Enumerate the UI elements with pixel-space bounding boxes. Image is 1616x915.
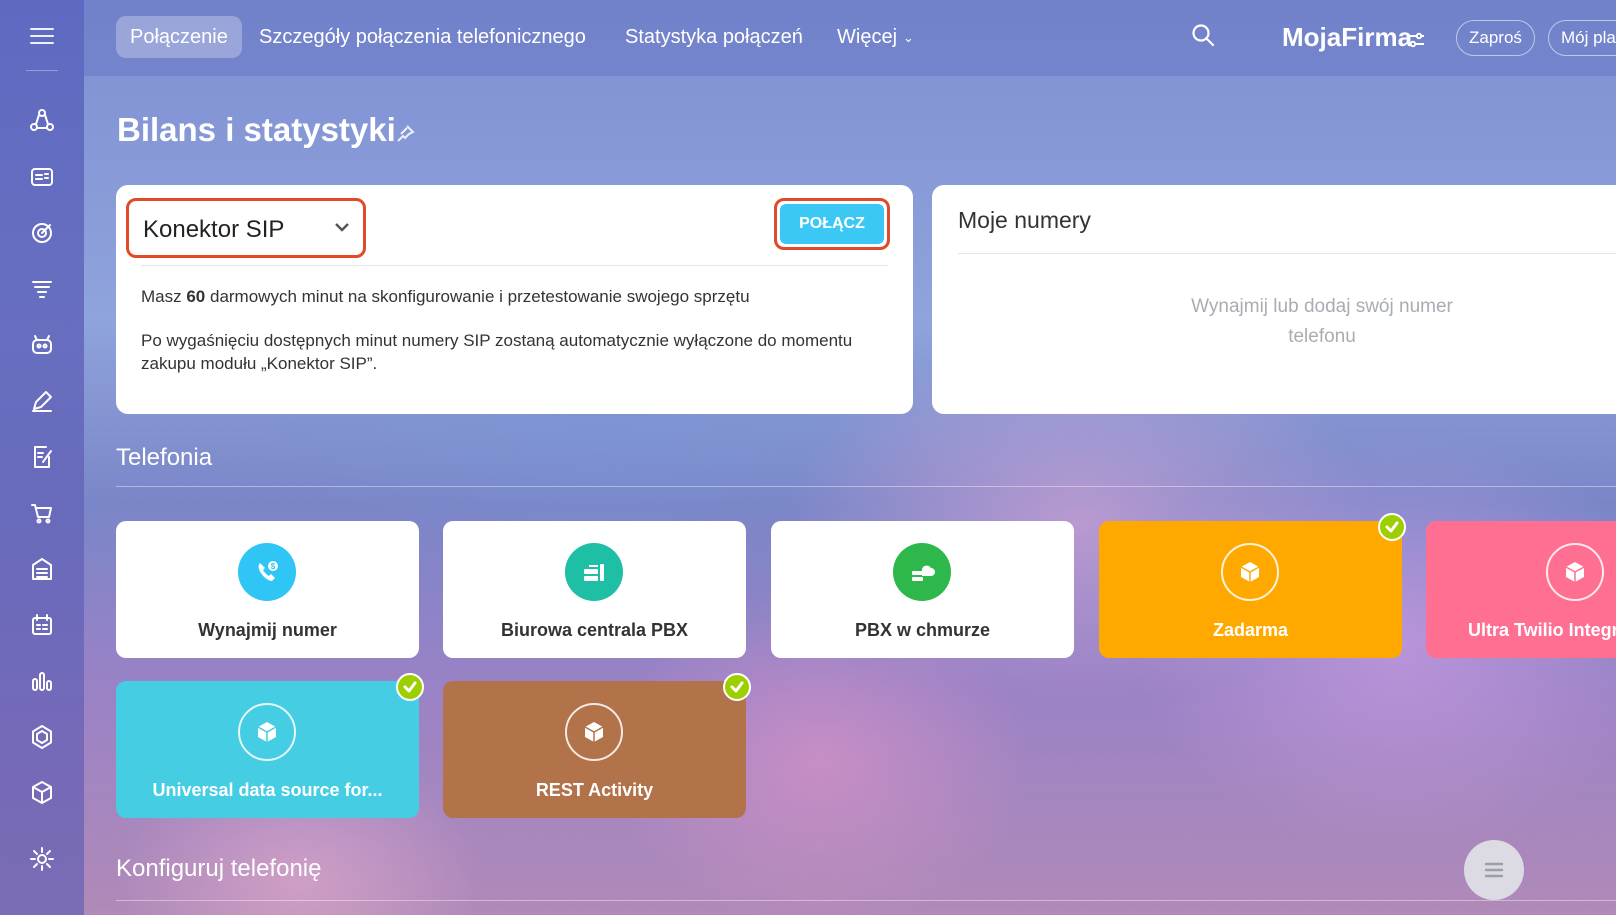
connector-select-value: Konektor SIP (143, 216, 285, 243)
tab-more[interactable]: Więcej ⌄ (837, 16, 914, 58)
connect-button[interactable]: POŁĄCZ (780, 204, 884, 244)
sidebar-item-sign[interactable] (14, 373, 70, 429)
my-numbers-card: Moje numery Wynajmij lub dodaj swój nume… (932, 185, 1616, 414)
sidebar-item-store[interactable] (14, 541, 70, 597)
search-button[interactable] (1190, 22, 1222, 54)
divider (958, 253, 1616, 254)
sidebar-item-contacts[interactable] (14, 149, 70, 205)
tile-rest-activity[interactable]: REST Activity (443, 681, 746, 818)
cube-icon (32, 781, 52, 804)
tile-label: PBX w chmurze (854, 620, 991, 640)
tile-universal-data-source[interactable]: Universal data source for... (116, 681, 419, 818)
tile-label: Wynajmij numer (198, 620, 337, 640)
telephony-section-title: Telefonia (116, 444, 213, 471)
invite-button[interactable]: Zaproś (1456, 20, 1535, 56)
my-numbers-title: Moje numery (958, 207, 1091, 233)
contact-card-icon (31, 168, 53, 186)
tab-call-statistics[interactable]: Statystyka połączeń (625, 16, 803, 58)
section-divider (116, 900, 1616, 901)
robot-icon (32, 335, 52, 354)
tile-office-pbx[interactable]: Biurowa centrala PBX (443, 521, 746, 658)
box-icon (565, 703, 623, 761)
box-icon (1546, 543, 1604, 601)
tile-label: Ultra Twilio Integration (1468, 620, 1616, 640)
crm-icon (30, 109, 54, 131)
configure-section-title: Konfiguruj telefonię (116, 855, 322, 882)
server-icon (565, 543, 623, 601)
installed-check-icon (396, 673, 424, 701)
free-minutes-count: 60 (186, 287, 206, 306)
sliders-icon (1408, 32, 1424, 48)
sidebar-item-calendar[interactable] (14, 597, 70, 653)
installed-check-icon (723, 673, 751, 701)
funnel-icon (32, 281, 52, 298)
calendar-icon (32, 614, 52, 635)
tab-call-details[interactable]: Szczegóły połączenia telefonicznego (259, 16, 586, 58)
phone-coin-icon: $ (238, 543, 296, 601)
search-icon (1192, 24, 1215, 47)
divider (141, 265, 888, 266)
cloud-server-icon (893, 543, 951, 601)
chevron-down-icon: ⌄ (903, 29, 914, 45)
store-icon (32, 558, 52, 580)
hexagon-icon (32, 725, 52, 749)
chevron-down-icon (333, 218, 351, 236)
expiry-note: Po wygaśnięciu dostępnych minut numery S… (141, 331, 853, 373)
tile-ultra-twilio[interactable]: Ultra Twilio Integration (1426, 521, 1616, 658)
tile-label: Biurowa centrala PBX (500, 620, 689, 640)
target-icon (32, 223, 52, 243)
sidebar-item-funnel[interactable] (14, 261, 70, 317)
section-divider (116, 486, 1616, 487)
pin-shape (397, 125, 415, 142)
connection-card: Konektor SIP POŁĄCZ Masz 60 darmowych mi… (116, 185, 913, 414)
tile-cloud-pbx[interactable]: PBX w chmurze (771, 521, 1074, 658)
svg-text:$: $ (271, 562, 276, 571)
document-edit-icon (34, 446, 52, 468)
sidebar-item-automation[interactable] (14, 709, 70, 765)
sidebar-divider (26, 70, 58, 71)
tab-connection[interactable]: Połączenie (116, 16, 242, 58)
menu-burger-icon[interactable] (30, 22, 54, 50)
sidebar-item-analytics[interactable] (14, 653, 70, 709)
box-icon (1221, 543, 1279, 601)
sidebar-item-bot[interactable] (14, 317, 70, 373)
my-numbers-empty-text[interactable]: Wynajmij lub dodaj swój numer telefonu (1182, 292, 1462, 352)
company-name[interactable]: MojaFirma (1282, 22, 1412, 53)
page-title: Bilans i statystyki (117, 111, 396, 148)
connector-select[interactable]: Konektor SIP (126, 198, 366, 258)
left-sidebar (0, 0, 84, 915)
my-plan-button[interactable]: Mój plan (1548, 20, 1616, 56)
sidebar-item-documents[interactable] (14, 429, 70, 485)
sidebar-item-crm[interactable] (14, 93, 70, 149)
tile-zadarma[interactable]: Zadarma (1099, 521, 1402, 658)
installed-check-icon (1378, 513, 1406, 541)
tab-more-label: Więcej (837, 26, 898, 48)
sidebar-item-market[interactable] (14, 765, 70, 821)
tile-rent-number[interactable]: $ Wynajmij numer (116, 521, 419, 658)
cart-icon (31, 504, 52, 524)
brand-settings-button[interactable] (1406, 30, 1426, 50)
box-icon (238, 703, 296, 761)
sidebar-item-settings[interactable] (14, 831, 70, 887)
tile-label: REST Activity (535, 780, 654, 800)
sidebar-item-shop[interactable] (14, 485, 70, 541)
sidebar-item-marketing[interactable] (14, 205, 70, 261)
floating-menu-button[interactable] (1464, 840, 1524, 900)
bar-chart-icon (32, 672, 52, 691)
tile-label: Universal data source for... (152, 780, 383, 800)
tile-label: Zadarma (1212, 620, 1289, 640)
list-icon (1484, 862, 1504, 878)
pin-icon[interactable] (395, 124, 415, 144)
free-minutes-text: Masz 60 darmowych minut na skonfigurowan… (141, 287, 750, 306)
gear-icon (30, 847, 54, 871)
pen-icon (32, 391, 52, 412)
